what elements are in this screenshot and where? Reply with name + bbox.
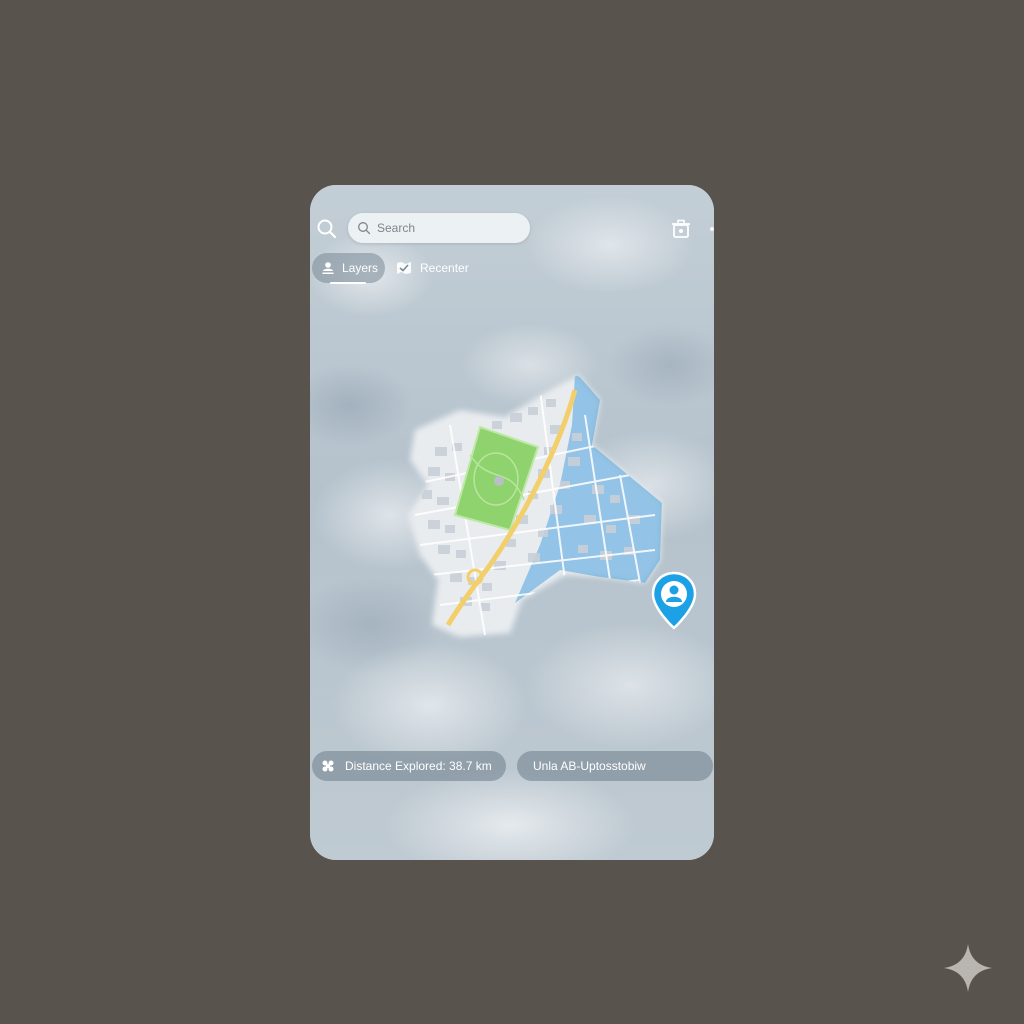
recenter-label: Recenter [420,261,469,275]
footprint-icon [322,760,334,772]
user-stack-icon [322,262,334,274]
recenter-button[interactable]: Recenter [394,253,469,283]
magnifier-icon [358,222,371,235]
unlock-status-text: Unla AB-Uptosstobiw [533,759,646,773]
unlock-status-badge[interactable]: Unla AB-Uptosstobiw [517,751,713,781]
overflow-indicator [710,227,714,231]
search-field[interactable] [348,213,530,243]
search-input[interactable] [375,220,529,236]
layers-button[interactable]: Layers [312,253,385,284]
trash-icon[interactable] [670,218,692,240]
active-tab-indicator [330,282,366,284]
search-icon[interactable] [316,218,338,240]
map-check-icon [397,262,411,274]
layers-label: Layers [342,261,379,275]
distance-explored-badge: Distance Explored: 38.7 km [312,751,506,781]
sparkle-icon [944,944,992,992]
user-location-pin-icon[interactable] [651,571,697,630]
map-app-screen: Layers Recenter Distance Explored: 38.7 … [310,185,714,860]
park-fountain [494,476,504,486]
distance-explored-text: Distance Explored: 38.7 km [345,759,492,773]
